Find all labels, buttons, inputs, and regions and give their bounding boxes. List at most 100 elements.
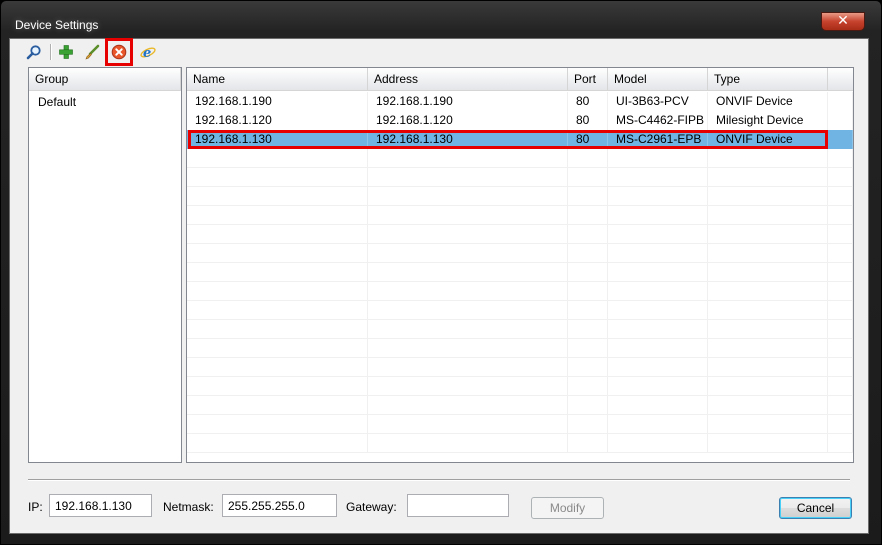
cell-empty (187, 263, 368, 282)
table-row[interactable]: 192.168.1.120 192.168.1.120 80 MS-C4462-FIP… (187, 111, 853, 130)
ip-label: IP: (28, 500, 43, 514)
toolbar: e (10, 38, 868, 66)
cell-empty (828, 168, 853, 187)
cell-empty (368, 377, 568, 396)
empty-row (187, 282, 853, 301)
cell-empty (568, 149, 608, 168)
cell-empty (568, 358, 608, 377)
cell-empty (187, 187, 368, 206)
close-icon: ✕ (837, 13, 849, 29)
device-table[interactable]: Name Address Port Model Type 192.168.1.1… (186, 67, 854, 463)
empty-row (187, 187, 853, 206)
cell-empty (187, 301, 368, 320)
group-item-default[interactable]: Default (38, 95, 76, 109)
cell-empty (828, 415, 853, 434)
cell-empty (608, 149, 708, 168)
cell-empty (708, 187, 828, 206)
title-bar[interactable]: Device Settings ✕ (1, 1, 881, 37)
cell-empty (568, 377, 608, 396)
netmask-input[interactable] (222, 494, 337, 517)
cell-empty (368, 187, 568, 206)
cell-empty (828, 434, 853, 453)
table-row[interactable]: 192.168.1.190 192.168.1.190 80 UI-3B63-PCV O… (187, 92, 853, 111)
cell-empty (708, 320, 828, 339)
empty-row (187, 434, 853, 453)
ip-input[interactable] (49, 494, 152, 517)
cell-empty (708, 358, 828, 377)
edit-device-button[interactable] (82, 42, 102, 62)
group-column-header[interactable]: Group (29, 68, 181, 90)
column-header-name[interactable]: Name (187, 68, 368, 90)
empty-row (187, 320, 853, 339)
netmask-label: Netmask: (163, 500, 214, 514)
cell-empty (187, 206, 368, 225)
cell-empty (708, 396, 828, 415)
group-list[interactable]: Group Default (28, 67, 182, 463)
cell-address: 192.168.1.130 (368, 130, 568, 149)
cell-empty (708, 377, 828, 396)
cell-empty (568, 187, 608, 206)
empty-row (187, 301, 853, 320)
delete-icon (111, 44, 127, 60)
cell-empty (608, 434, 708, 453)
cell-empty (187, 415, 368, 434)
cell-empty (568, 206, 608, 225)
cell-empty (187, 358, 368, 377)
cell-empty (608, 377, 708, 396)
column-header-model[interactable]: Model (608, 68, 708, 90)
divider (28, 479, 850, 480)
cell-empty (828, 92, 853, 111)
cell-empty (368, 396, 568, 415)
cell-empty (368, 225, 568, 244)
column-header-port[interactable]: Port (568, 68, 608, 90)
window-title: Device Settings (15, 18, 99, 32)
cell-empty (608, 358, 708, 377)
toolbar-separator (50, 44, 51, 60)
cell-empty (608, 320, 708, 339)
empty-row (187, 396, 853, 415)
cell-empty (568, 282, 608, 301)
cell-empty (708, 206, 828, 225)
device-header-row: Name Address Port Model Type (187, 68, 853, 91)
cell-empty (568, 263, 608, 282)
empty-row (187, 339, 853, 358)
cell-empty (608, 339, 708, 358)
empty-row (187, 149, 853, 168)
cell-empty (828, 301, 853, 320)
cell-empty (368, 168, 568, 187)
cell-empty (608, 187, 708, 206)
delete-device-button[interactable] (105, 38, 133, 66)
cell-empty (568, 339, 608, 358)
browser-button[interactable]: e (138, 42, 158, 62)
cell-empty (708, 244, 828, 263)
cell-empty (368, 415, 568, 434)
cell-type: Milesight Device (708, 111, 828, 130)
cell-empty (708, 339, 828, 358)
cell-empty (568, 396, 608, 415)
add-device-button[interactable] (56, 42, 76, 62)
cell-empty (368, 301, 568, 320)
cell-model: MS-C4462-FIPB (608, 111, 708, 130)
cell-port: 80 (568, 92, 608, 111)
cell-empty (187, 377, 368, 396)
cell-empty (368, 206, 568, 225)
cell-empty (828, 111, 853, 130)
dialog-client-area: e Group Default Name Address Port Model … (9, 38, 869, 534)
table-row[interactable]: 192.168.1.130 192.168.1.130 80 MS-C2961-EPB… (187, 130, 853, 149)
cell-empty (828, 206, 853, 225)
empty-row (187, 377, 853, 396)
cell-empty (708, 263, 828, 282)
cell-type: ONVIF Device (708, 92, 828, 111)
close-button[interactable]: ✕ (821, 12, 865, 31)
cancel-button[interactable]: Cancel (779, 497, 852, 519)
cell-empty (608, 244, 708, 263)
gateway-input[interactable] (407, 494, 509, 517)
column-header-address[interactable]: Address (368, 68, 568, 90)
cell-model: UI-3B63-PCV (608, 92, 708, 111)
cell-type: ONVIF Device (708, 130, 828, 149)
modify-button[interactable]: Modify (531, 497, 604, 519)
cell-empty (708, 415, 828, 434)
search-button[interactable] (24, 42, 44, 62)
column-header-type[interactable]: Type (708, 68, 828, 90)
cell-address: 192.168.1.190 (368, 92, 568, 111)
